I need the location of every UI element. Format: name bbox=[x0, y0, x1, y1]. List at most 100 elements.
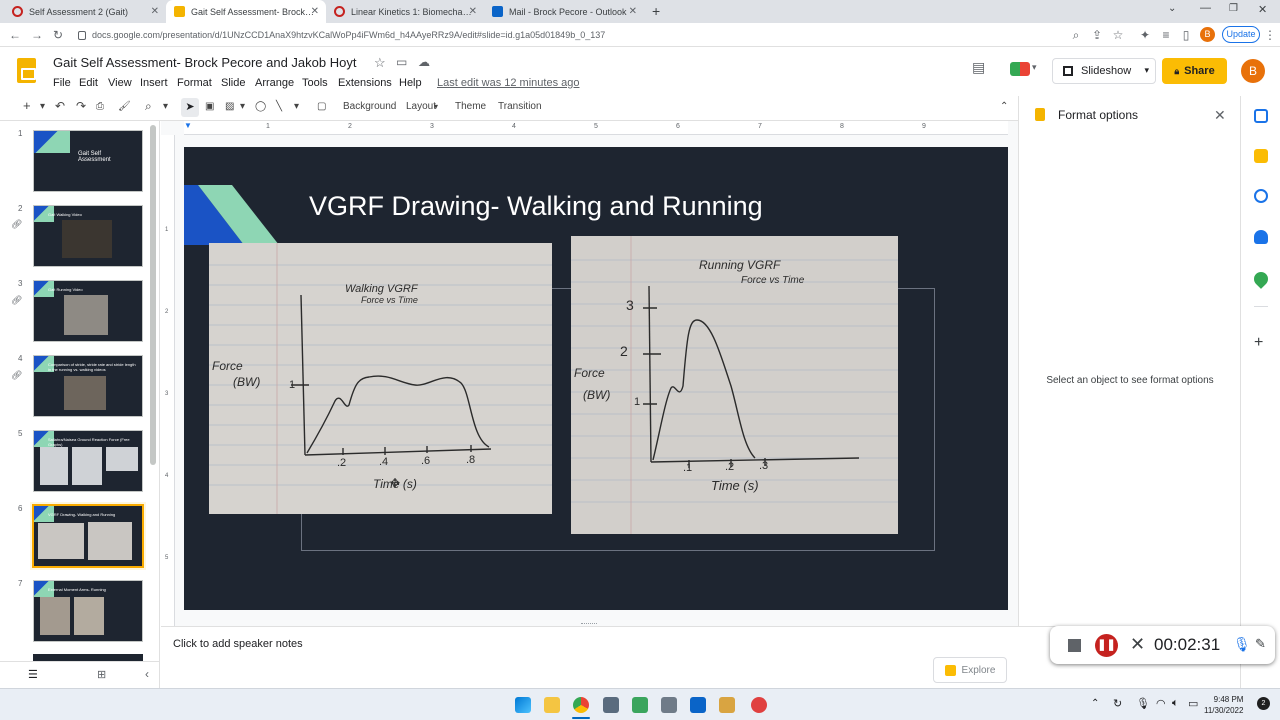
stop-icon[interactable] bbox=[1068, 639, 1081, 652]
select-cursor-icon[interactable]: ➤ bbox=[181, 98, 199, 117]
window-close-icon[interactable]: ✕ bbox=[1258, 3, 1267, 16]
sync-icon[interactable]: ↻ bbox=[1113, 697, 1122, 710]
slide-title[interactable]: VGRF Drawing- Walking and Running bbox=[309, 191, 763, 222]
forward-icon[interactable]: → bbox=[29, 27, 45, 43]
chevron-down-icon[interactable]: ⌄ bbox=[1168, 3, 1176, 14]
tasks-icon[interactable] bbox=[1254, 189, 1268, 203]
app-icon[interactable] bbox=[719, 697, 735, 713]
restore-icon[interactable]: ❐ bbox=[1229, 3, 1238, 14]
chevron-down-icon[interactable]: ▾ bbox=[240, 101, 245, 112]
back-icon[interactable]: ← bbox=[7, 27, 23, 43]
chevron-left-icon[interactable]: ‹ bbox=[145, 667, 149, 681]
ruler-indent-marker[interactable]: ▼ bbox=[184, 121, 192, 134]
share-button[interactable]: 🔒︎ Share bbox=[1162, 58, 1227, 84]
add-addon-icon[interactable]: + bbox=[1254, 334, 1263, 352]
wifi-icon[interactable]: ◠ bbox=[1156, 697, 1166, 710]
chevron-down-icon[interactable]: ▾ bbox=[434, 102, 438, 111]
chevron-down-icon[interactable]: ▾ bbox=[294, 101, 299, 112]
bookmark-star-icon[interactable]: ☆ bbox=[1110, 27, 1126, 43]
slide-thumbnail-2[interactable]: Gait Walking Video bbox=[33, 205, 143, 267]
print-icon[interactable]: ⎙ bbox=[96, 101, 104, 112]
star-icon[interactable]: ☆ bbox=[374, 55, 386, 71]
filmstrip-scrollbar[interactable] bbox=[150, 125, 156, 465]
notification-badge[interactable]: 2 bbox=[1257, 697, 1270, 710]
menu-format[interactable]: Format bbox=[177, 77, 212, 89]
transition-button[interactable]: Transition bbox=[498, 101, 542, 112]
more-vert-icon[interactable]: ⋮ bbox=[1262, 27, 1278, 43]
slide-thumbnail-5[interactable]: Saliahra/Naisea Ground Reaction Force (F… bbox=[33, 430, 143, 492]
slide-thumbnail-1[interactable]: Gait Self Assessment bbox=[33, 130, 143, 192]
redo-icon[interactable]: ↷ bbox=[76, 99, 86, 113]
file-explorer-icon[interactable] bbox=[544, 697, 560, 713]
document-title[interactable]: Gait Self Assessment- Brock Pecore and J… bbox=[53, 55, 356, 70]
meet-icon[interactable] bbox=[1010, 62, 1030, 76]
menu-help[interactable]: Help bbox=[399, 77, 422, 89]
chrome-icon[interactable] bbox=[573, 697, 589, 713]
shape-icon[interactable]: ◯ bbox=[255, 101, 266, 112]
maps-icon[interactable] bbox=[1251, 269, 1271, 289]
menu-slide[interactable]: Slide bbox=[221, 77, 245, 89]
slide-thumbnail-8-partial[interactable] bbox=[33, 654, 143, 661]
browser-tab-linear-kinetics[interactable]: Linear Kinetics 1: Biomechanics ✕ bbox=[326, 0, 484, 23]
windows-start-icon[interactable] bbox=[515, 697, 531, 713]
menu-arrange[interactable]: Arrange bbox=[255, 77, 294, 89]
last-edit-link[interactable]: Last edit was 12 minutes ago bbox=[437, 77, 579, 89]
grid-view-icon[interactable]: ⊞ bbox=[97, 668, 106, 681]
chevron-down-icon[interactable]: ▾ bbox=[1032, 62, 1037, 73]
keep-icon[interactable] bbox=[1254, 149, 1268, 163]
move-folder-icon[interactable]: ▭ bbox=[396, 55, 407, 69]
extensions-icon[interactable]: ✦ bbox=[1137, 27, 1153, 43]
store-icon[interactable] bbox=[690, 697, 706, 713]
close-icon[interactable]: ✕ bbox=[151, 6, 159, 17]
menu-extensions[interactable]: Extensions bbox=[338, 77, 392, 89]
text-box-icon[interactable]: ▣ bbox=[205, 101, 214, 112]
speaker-notes-placeholder[interactable]: Click to add speaker notes bbox=[173, 638, 303, 650]
slideshow-button[interactable]: Slideshow ▾ bbox=[1052, 58, 1156, 84]
contacts-icon[interactable] bbox=[1254, 230, 1268, 244]
calendar-icon[interactable] bbox=[1254, 109, 1268, 123]
chevron-down-icon[interactable]: ▾ bbox=[1144, 65, 1149, 76]
cancel-recording-icon[interactable]: ✕ bbox=[1130, 634, 1145, 655]
zoom-icon[interactable]: ⌕ bbox=[145, 99, 152, 114]
snipping-tool-icon[interactable] bbox=[661, 697, 677, 713]
url-bar[interactable]: docs.google.com/presentation/d/1UNzCCD1A… bbox=[72, 26, 1082, 44]
layout-button[interactable]: Layout bbox=[406, 101, 436, 112]
calculator-icon[interactable] bbox=[603, 697, 619, 713]
profile-avatar[interactable]: B bbox=[1200, 27, 1215, 42]
pause-icon[interactable]: ❚❚ bbox=[1095, 634, 1118, 657]
comment-add-icon[interactable]: ▢ bbox=[317, 101, 326, 112]
comments-icon[interactable]: ▤ bbox=[972, 59, 985, 76]
microphone-icon[interactable]: 🎙︎ bbox=[1233, 636, 1251, 653]
menu-tools[interactable]: Tools bbox=[302, 77, 328, 89]
new-slide-icon[interactable]: + bbox=[23, 98, 31, 113]
slide-thumbnail-3[interactable]: Gait Running Video bbox=[33, 280, 143, 342]
chevron-up-icon[interactable]: ⌃ bbox=[1091, 698, 1099, 709]
zoom-icon[interactable]: ⌕ bbox=[1068, 27, 1084, 43]
side-panel-icon[interactable]: ▯ bbox=[1178, 27, 1194, 43]
walking-vgrf-image[interactable]: Walking VGRF Force vs Time Force (BW) 1 … bbox=[209, 243, 552, 514]
close-icon[interactable]: ✕ bbox=[469, 6, 477, 17]
recorder-app-icon[interactable] bbox=[751, 697, 767, 713]
paint-format-icon[interactable]: 🖌︎ bbox=[118, 101, 131, 112]
slide-thumbnail-6[interactable]: VGRF Drawing- Walking and Running bbox=[32, 504, 144, 568]
theme-button[interactable]: Theme bbox=[455, 101, 486, 112]
share-page-icon[interactable]: ⇪ bbox=[1089, 27, 1105, 43]
new-tab-icon[interactable]: + bbox=[652, 3, 660, 19]
close-icon[interactable]: ✕ bbox=[311, 6, 319, 17]
slide-thumbnail-7[interactable]: External Moment Arms- Running bbox=[33, 580, 143, 642]
menu-insert[interactable]: Insert bbox=[140, 77, 168, 89]
volume-icon[interactable]: 🔈︎ bbox=[1172, 697, 1179, 710]
close-icon[interactable]: ✕ bbox=[629, 6, 637, 17]
minimize-icon[interactable]: — bbox=[1200, 2, 1211, 14]
taskbar-clock[interactable]: 9:48 PM 11/30/2022 bbox=[1204, 694, 1243, 716]
menu-file[interactable]: File bbox=[53, 77, 71, 89]
current-slide[interactable]: VGRF Drawing- Walking and Running Walkin… bbox=[184, 147, 1008, 610]
google-slides-logo-icon[interactable] bbox=[17, 58, 36, 83]
collapse-toolbar-icon[interactable]: ⌃ bbox=[1000, 101, 1008, 112]
chevron-down-icon[interactable]: ▾ bbox=[163, 101, 168, 112]
browser-tab-self-assessment[interactable]: Self Assessment 2 (Gait) ✕ bbox=[4, 0, 166, 23]
reading-list-icon[interactable]: ≡ bbox=[1158, 27, 1174, 43]
menu-edit[interactable]: Edit bbox=[79, 77, 98, 89]
chevron-down-icon[interactable]: ▾ bbox=[40, 101, 45, 112]
slide-thumbnail-4[interactable]: Comparison of stride, stride rate and st… bbox=[33, 355, 143, 417]
